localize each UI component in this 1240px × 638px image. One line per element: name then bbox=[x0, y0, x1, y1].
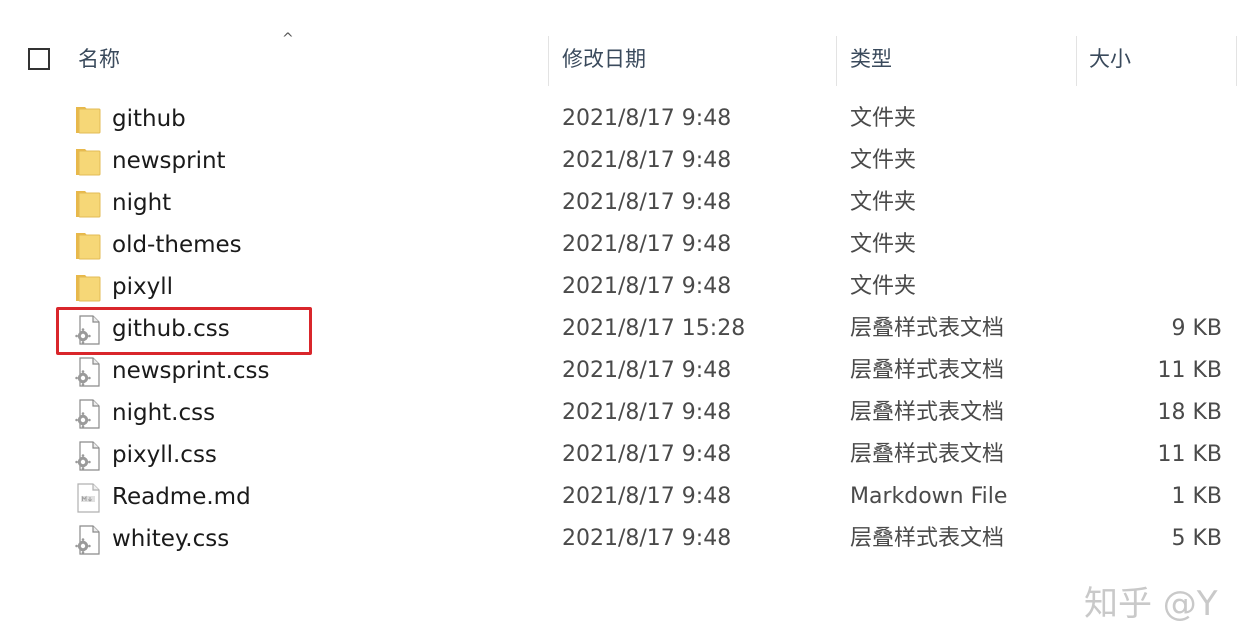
file-name: whitey.css bbox=[112, 526, 230, 552]
folder-icon bbox=[74, 147, 102, 177]
file-date-modified: 2021/8/17 9:48 bbox=[562, 274, 732, 299]
file-type: 文件夹 bbox=[850, 190, 917, 215]
file-date-modified: 2021/8/17 9:48 bbox=[562, 442, 732, 467]
file-type: 层叠样式表文档 bbox=[850, 526, 1005, 551]
column-divider[interactable] bbox=[836, 36, 837, 86]
folder-icon bbox=[74, 105, 102, 135]
file-size: 18 KB bbox=[1157, 400, 1222, 425]
css-file-icon bbox=[74, 357, 102, 387]
folder-icon bbox=[74, 273, 102, 303]
file-row[interactable]: newsprint 2021/8/17 9:48 文件夹 bbox=[0, 140, 1240, 182]
watermark: 知乎 @Y bbox=[1084, 584, 1218, 624]
column-header-bar: ^ 名称 修改日期 类型 大小 bbox=[0, 30, 1240, 88]
file-row[interactable]: github 2021/8/17 9:48 文件夹 bbox=[0, 98, 1240, 140]
file-name: old-themes bbox=[112, 232, 242, 258]
file-size: 11 KB bbox=[1157, 358, 1222, 383]
file-date-modified: 2021/8/17 9:48 bbox=[562, 190, 732, 215]
file-name: newsprint.css bbox=[112, 358, 270, 384]
file-row[interactable]: whitey.css 2021/8/17 9:48 层叠样式表文档 5 KB bbox=[0, 518, 1240, 560]
file-type: 文件夹 bbox=[850, 148, 917, 173]
file-date-modified: 2021/8/17 15:28 bbox=[562, 316, 746, 341]
folder-icon bbox=[74, 189, 102, 219]
file-date-modified: 2021/8/17 9:48 bbox=[562, 106, 732, 131]
file-row[interactable]: Readme.md 2021/8/17 9:48 Markdown File 1… bbox=[0, 476, 1240, 518]
column-header-type[interactable]: 类型 bbox=[850, 44, 892, 74]
file-row[interactable]: night 2021/8/17 9:48 文件夹 bbox=[0, 182, 1240, 224]
file-row[interactable]: newsprint.css 2021/8/17 9:48 层叠样式表文档 11 … bbox=[0, 350, 1240, 392]
file-name: newsprint bbox=[112, 148, 226, 174]
file-row[interactable]: night.css 2021/8/17 9:48 层叠样式表文档 18 KB bbox=[0, 392, 1240, 434]
sort-ascending-icon: ^ bbox=[282, 31, 294, 47]
file-type: 层叠样式表文档 bbox=[850, 400, 1005, 425]
css-file-icon bbox=[74, 441, 102, 471]
file-name: Readme.md bbox=[112, 484, 251, 510]
file-date-modified: 2021/8/17 9:48 bbox=[562, 484, 732, 509]
file-name: github bbox=[112, 106, 186, 132]
file-size: 1 KB bbox=[1171, 484, 1222, 509]
file-row[interactable]: pixyll 2021/8/17 9:48 文件夹 bbox=[0, 266, 1240, 308]
file-type: 文件夹 bbox=[850, 106, 917, 131]
column-divider[interactable] bbox=[1236, 36, 1237, 86]
file-name: night bbox=[112, 190, 172, 216]
column-header-name[interactable]: 名称 bbox=[78, 44, 120, 74]
file-type: 文件夹 bbox=[850, 232, 917, 257]
file-type: 层叠样式表文档 bbox=[850, 442, 1005, 467]
folder-icon bbox=[74, 231, 102, 261]
file-date-modified: 2021/8/17 9:48 bbox=[562, 358, 732, 383]
file-date-modified: 2021/8/17 9:48 bbox=[562, 148, 732, 173]
column-header-size[interactable]: 大小 bbox=[1089, 44, 1131, 74]
file-size: 9 KB bbox=[1171, 316, 1222, 341]
file-type: 层叠样式表文档 bbox=[850, 316, 1005, 341]
file-type: Markdown File bbox=[850, 484, 1008, 509]
markdown-file-icon bbox=[74, 483, 102, 513]
file-type: 文件夹 bbox=[850, 274, 917, 299]
css-file-icon bbox=[74, 525, 102, 555]
file-name: night.css bbox=[112, 400, 216, 426]
file-date-modified: 2021/8/17 9:48 bbox=[562, 526, 732, 551]
file-date-modified: 2021/8/17 9:48 bbox=[562, 232, 732, 257]
annotation-highlight-box bbox=[56, 307, 312, 355]
file-name: pixyll.css bbox=[112, 442, 217, 468]
css-file-icon bbox=[74, 399, 102, 429]
file-row[interactable]: pixyll.css 2021/8/17 9:48 层叠样式表文档 11 KB bbox=[0, 434, 1240, 476]
column-header-date-modified[interactable]: 修改日期 bbox=[562, 44, 646, 74]
file-date-modified: 2021/8/17 9:48 bbox=[562, 400, 732, 425]
file-size: 11 KB bbox=[1157, 442, 1222, 467]
select-all-checkbox[interactable] bbox=[28, 48, 50, 70]
column-divider[interactable] bbox=[548, 36, 549, 86]
column-divider[interactable] bbox=[1076, 36, 1077, 86]
file-row[interactable]: old-themes 2021/8/17 9:48 文件夹 bbox=[0, 224, 1240, 266]
file-name: pixyll bbox=[112, 274, 173, 300]
file-size: 5 KB bbox=[1171, 526, 1222, 551]
file-type: 层叠样式表文档 bbox=[850, 358, 1005, 383]
